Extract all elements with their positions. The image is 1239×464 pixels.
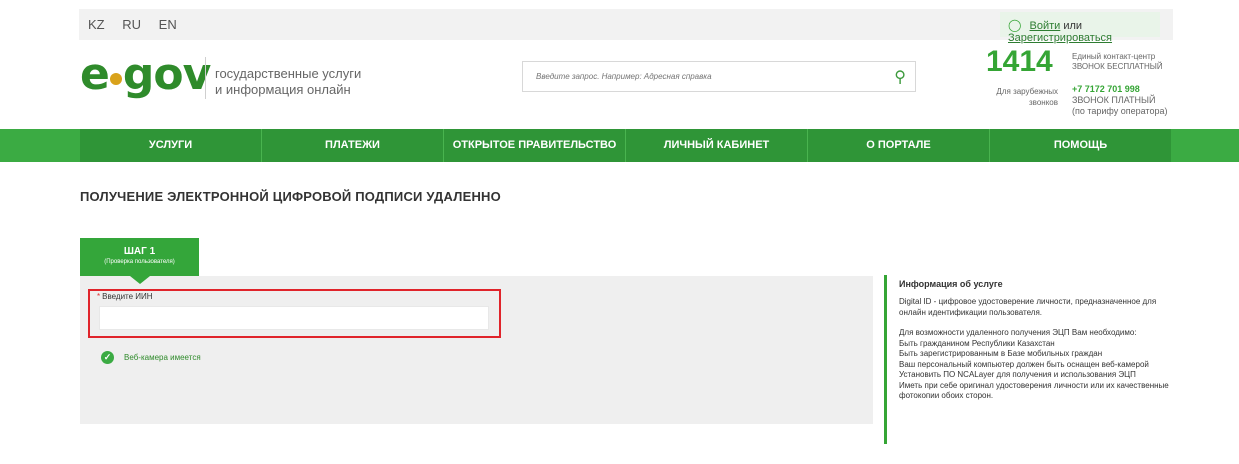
step-arrow (130, 276, 150, 284)
contact-description: Единый контакт-центр ЗВОНОК БЕСПЛАТНЫЙ (1072, 52, 1163, 72)
slogan-line-1: государственные услуги (215, 66, 362, 81)
nav-item-payments[interactable]: ПЛАТЕЖИ (262, 129, 444, 162)
main-nav: УСЛУГИ ПЛАТЕЖИ ОТКРЫТОЕ ПРАВИТЕЛЬСТВО ЛИ… (0, 129, 1239, 162)
info-line: Иметь при себе оригинал удостоверения ли… (899, 380, 1169, 401)
page-title: ПОЛУЧЕНИЕ ЭЛЕКТРОННОЙ ЦИФРОВОЙ ПОДПИСИ У… (80, 189, 501, 204)
info-line: Быть зарегистрированным в Базе мобильных… (899, 349, 1103, 358)
info-intro: Digital ID - цифровое удостоверение личн… (899, 297, 1157, 317)
contact-desc-line-1: Единый контакт-центр (1072, 52, 1156, 61)
abroad-line-1: Для зарубежных (996, 87, 1058, 96)
info-accent-bar (884, 275, 887, 444)
check-circle-icon: ✓ (101, 351, 114, 364)
step-title: ШАГ 1 (123, 246, 156, 257)
search-icon[interactable]: ⚲ (894, 67, 906, 87)
abroad-line-2: звонков (1029, 98, 1058, 107)
nav-item-about[interactable]: О ПОРТАЛЕ (808, 129, 990, 162)
info-title: Информация об услуге (899, 279, 1003, 289)
search-input[interactable] (523, 62, 863, 91)
info-text: Digital ID - цифровое удостоверение личн… (899, 297, 1169, 402)
abroad-label: Для зарубежных звонков (990, 86, 1058, 108)
highlight-box (88, 289, 501, 338)
search-box: ⚲ (522, 61, 916, 92)
nav-item-open-government[interactable]: ОТКРЫТОЕ ПРАВИТЕЛЬСТВО (444, 129, 626, 162)
info-line: Ваш персональный компьютер должен быть о… (899, 359, 1149, 369)
contact-number: 1414 (986, 45, 1053, 78)
slogan: государственные услуги и информация онла… (215, 66, 361, 98)
top-bar: KZ RU EN ◯ Войти или Зарегистрироваться (79, 9, 1173, 44)
egov-logo[interactable]: e gov (80, 53, 211, 97)
paid-line-2: (по тарифу оператора) (1072, 106, 1168, 116)
paid-line-1: ЗВОНОК ПЛАТНЫЙ (1072, 95, 1156, 105)
lang-kz[interactable]: KZ (88, 17, 105, 32)
contact-desc-line-2: ЗВОНОК БЕСПЛАТНЫЙ (1072, 62, 1163, 71)
abroad-phone-number: +7 7172 701 998 (1072, 84, 1140, 94)
nav-item-services[interactable]: УСЛУГИ (80, 129, 262, 162)
webcam-status: Веб-камера имеется (124, 353, 201, 362)
main-nav-inner: УСЛУГИ ПЛАТЕЖИ ОТКРЫТОЕ ПРАВИТЕЛЬСТВО ЛИ… (80, 129, 1171, 162)
info-lines: Для возможности удаленного получения ЭЦП… (899, 328, 1169, 402)
nav-item-personal-cabinet[interactable]: ЛИЧНЫЙ КАБИНЕТ (626, 129, 808, 162)
auth-or: или (1063, 20, 1083, 32)
slogan-line-2: и информация онлайн (215, 82, 351, 97)
user-icon: ◯ (1008, 18, 1022, 32)
lang-en[interactable]: EN (159, 17, 177, 32)
language-switcher: KZ RU EN (88, 17, 191, 32)
info-line: Установить ПО NCALayer для получения и и… (899, 370, 1136, 379)
slogan-divider (205, 57, 206, 99)
login-link[interactable]: Войти (1030, 20, 1061, 32)
abroad-phone: +7 7172 701 998 ЗВОНОК ПЛАТНЫЙ (по тариф… (1072, 84, 1167, 117)
info-line: Для возможности удаленного получения ЭЦП… (899, 328, 1137, 337)
lang-ru[interactable]: RU (122, 17, 141, 32)
step-tab: ШАГ 1 (Проверка пользователя) (80, 238, 199, 276)
nav-item-help[interactable]: ПОМОЩЬ (990, 129, 1171, 162)
step-subtitle: (Проверка пользователя) (104, 259, 175, 265)
info-line: Быть гражданином Республики Казахстан (899, 338, 1055, 348)
auth-box: ◯ Войти или Зарегистрироваться (1000, 12, 1160, 44)
logo-dot (109, 73, 122, 85)
register-link[interactable]: Зарегистрироваться (1008, 32, 1112, 44)
